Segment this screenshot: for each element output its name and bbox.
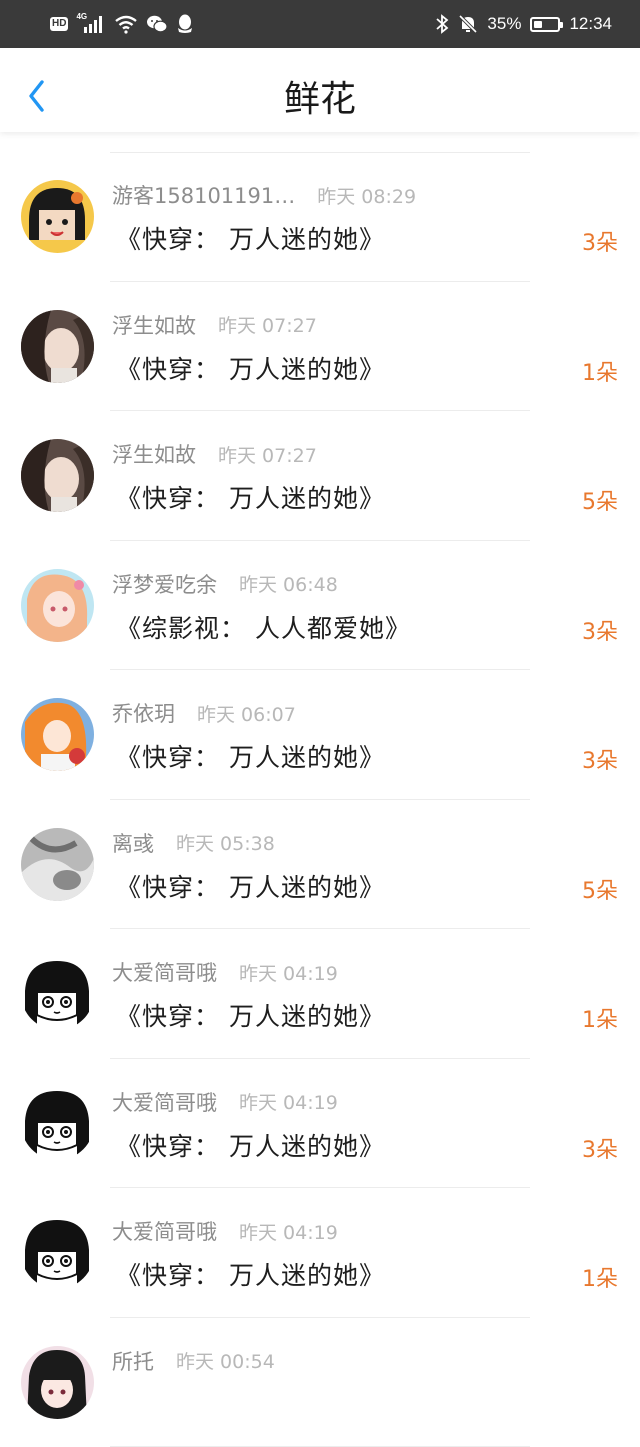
flower-record-row[interactable]: 浮梦爱吃余 昨天 06:48 《综影视： 人人都爱她》 3朵 — [0, 541, 640, 671]
avatar[interactable] — [21, 439, 94, 512]
flower-record-row[interactable]: 离彧 昨天 05:38 《快穿： 万人迷的她》 5朵 — [0, 800, 640, 930]
timestamp: 昨天 04:19 — [239, 959, 338, 986]
user-name[interactable]: 浮梦爱吃余 — [112, 569, 217, 599]
battery-percent: 35% — [487, 14, 521, 34]
qq-icon — [176, 14, 194, 34]
flower-record-row[interactable]: 浮生如故 昨天 07:27 《快穿： 万人迷的她》 5朵 — [0, 411, 640, 541]
record-meta: 乔依玥 昨天 06:07 — [112, 699, 296, 727]
user-name[interactable]: 大爱简哥哦 — [112, 1087, 217, 1117]
timestamp: 昨天 04:19 — [239, 1088, 338, 1115]
wechat-icon — [146, 14, 168, 34]
timestamp: 昨天 00:54 — [176, 1347, 275, 1374]
avatar[interactable] — [21, 180, 94, 253]
clock: 12:34 — [569, 14, 612, 34]
avatar[interactable] — [21, 569, 94, 642]
record-meta: 大爱简哥哦 昨天 04:19 — [112, 1217, 338, 1245]
flower-record-row[interactable]: 游客158101191… 昨天 08:29 《快穿： 万人迷的她》 3朵 — [0, 152, 640, 282]
avatar[interactable] — [21, 1087, 94, 1160]
flower-count: 3朵 — [582, 225, 618, 257]
avatar[interactable] — [21, 1346, 94, 1419]
timestamp: 昨天 04:19 — [239, 1218, 338, 1245]
flower-record-row[interactable]: 乔依玥 昨天 06:07 《快穿： 万人迷的她》 3朵 — [0, 670, 640, 800]
record-meta: 浮生如故 昨天 07:27 — [112, 311, 317, 339]
timestamp: 昨天 06:07 — [197, 700, 296, 727]
timestamp: 昨天 07:27 — [218, 441, 317, 468]
flower-count: 5朵 — [582, 873, 618, 905]
nav-bar: 鲜花 — [0, 48, 640, 132]
record-meta: 游客158101191… 昨天 08:29 — [112, 181, 416, 209]
user-name[interactable]: 所托 — [112, 1346, 154, 1376]
avatar-image — [21, 1216, 94, 1289]
status-right: 35% 12:34 — [435, 11, 612, 37]
record-meta: 大爱简哥哦 昨天 04:19 — [112, 1088, 338, 1116]
avatar[interactable] — [21, 957, 94, 1030]
avatar-image — [21, 180, 94, 253]
avatar-image — [21, 957, 94, 1030]
user-name[interactable]: 大爱简哥哦 — [112, 957, 217, 987]
avatar-image — [21, 310, 94, 383]
avatar-image — [21, 828, 94, 901]
bluetooth-icon — [435, 14, 449, 34]
avatar-image — [21, 1346, 94, 1419]
record-meta: 大爱简哥哦 昨天 04:19 — [112, 958, 338, 986]
user-name[interactable]: 大爱简哥哦 — [112, 1216, 217, 1246]
timestamp: 昨天 07:27 — [218, 311, 317, 338]
avatar-image — [21, 439, 94, 512]
book-title[interactable]: 《快穿： 万人迷的她》 — [116, 997, 385, 1033]
flower-record-row[interactable]: 所托 昨天 00:54 — [0, 1318, 640, 1447]
book-title[interactable]: 《快穿： 万人迷的她》 — [116, 868, 385, 904]
flower-record-row[interactable]: 大爱简哥哦 昨天 04:19 《快穿： 万人迷的她》 3朵 — [0, 1059, 640, 1189]
book-title[interactable]: 《快穿： 万人迷的她》 — [116, 220, 385, 256]
signal-icon: 4G — [76, 15, 106, 33]
flower-count: 1朵 — [582, 1002, 618, 1034]
flower-count: 1朵 — [582, 1261, 618, 1293]
avatar[interactable] — [21, 310, 94, 383]
book-title[interactable]: 《快穿： 万人迷的她》 — [116, 350, 385, 386]
book-title[interactable]: 《快穿： 万人迷的她》 — [116, 738, 385, 774]
user-name[interactable]: 游客158101191… — [112, 180, 295, 210]
avatar[interactable] — [21, 1216, 94, 1289]
flower-count: 3朵 — [582, 1132, 618, 1164]
flower-count: 3朵 — [582, 743, 618, 775]
page-title: 鲜花 — [0, 70, 640, 122]
battery-level — [534, 21, 542, 28]
user-name[interactable]: 浮生如故 — [112, 310, 196, 340]
flower-count: 1朵 — [582, 355, 618, 387]
book-title[interactable]: 《快穿： 万人迷的她》 — [116, 1256, 385, 1292]
record-meta: 所托 昨天 00:54 — [112, 1347, 275, 1375]
user-name[interactable]: 离彧 — [112, 828, 154, 858]
flower-record-row[interactable]: 浮生如故 昨天 07:27 《快穿： 万人迷的她》 1朵 — [0, 282, 640, 412]
record-meta: 浮生如故 昨天 07:27 — [112, 440, 317, 468]
book-title[interactable]: 《快穿： 万人迷的她》 — [116, 479, 385, 515]
user-name[interactable]: 乔依玥 — [112, 698, 175, 728]
flower-count: 3朵 — [582, 614, 618, 646]
avatar-image — [21, 698, 94, 771]
avatar-image — [21, 1087, 94, 1160]
avatar[interactable] — [21, 698, 94, 771]
wifi-icon — [114, 14, 138, 34]
record-meta: 浮梦爱吃余 昨天 06:48 — [112, 570, 338, 598]
hd-badge: HD — [50, 17, 68, 31]
flower-record-list: 游客158101191… 昨天 08:29 《快穿： 万人迷的她》 3朵 浮生如… — [0, 152, 640, 1447]
book-title[interactable]: 《综影视： 人人都爱她》 — [116, 609, 411, 645]
flower-record-row[interactable]: 大爱简哥哦 昨天 04:19 《快穿： 万人迷的她》 1朵 — [0, 1188, 640, 1318]
mute-bell-icon — [458, 14, 478, 34]
status-left: HD 4G — [50, 13, 194, 35]
user-name[interactable]: 浮生如故 — [112, 439, 196, 469]
flower-record-row[interactable]: 大爱简哥哦 昨天 04:19 《快穿： 万人迷的她》 1朵 — [0, 929, 640, 1059]
avatar[interactable] — [21, 828, 94, 901]
flower-count: 5朵 — [582, 484, 618, 516]
status-bar: HD 4G — [0, 0, 640, 48]
battery-icon — [530, 17, 560, 32]
avatar-image — [21, 569, 94, 642]
timestamp: 昨天 05:38 — [176, 829, 275, 856]
timestamp: 昨天 06:48 — [239, 570, 338, 597]
book-title[interactable]: 《快穿： 万人迷的她》 — [116, 1127, 385, 1163]
timestamp: 昨天 08:29 — [317, 182, 416, 209]
signal-type: 4G — [76, 12, 87, 21]
record-meta: 离彧 昨天 05:38 — [112, 829, 275, 857]
